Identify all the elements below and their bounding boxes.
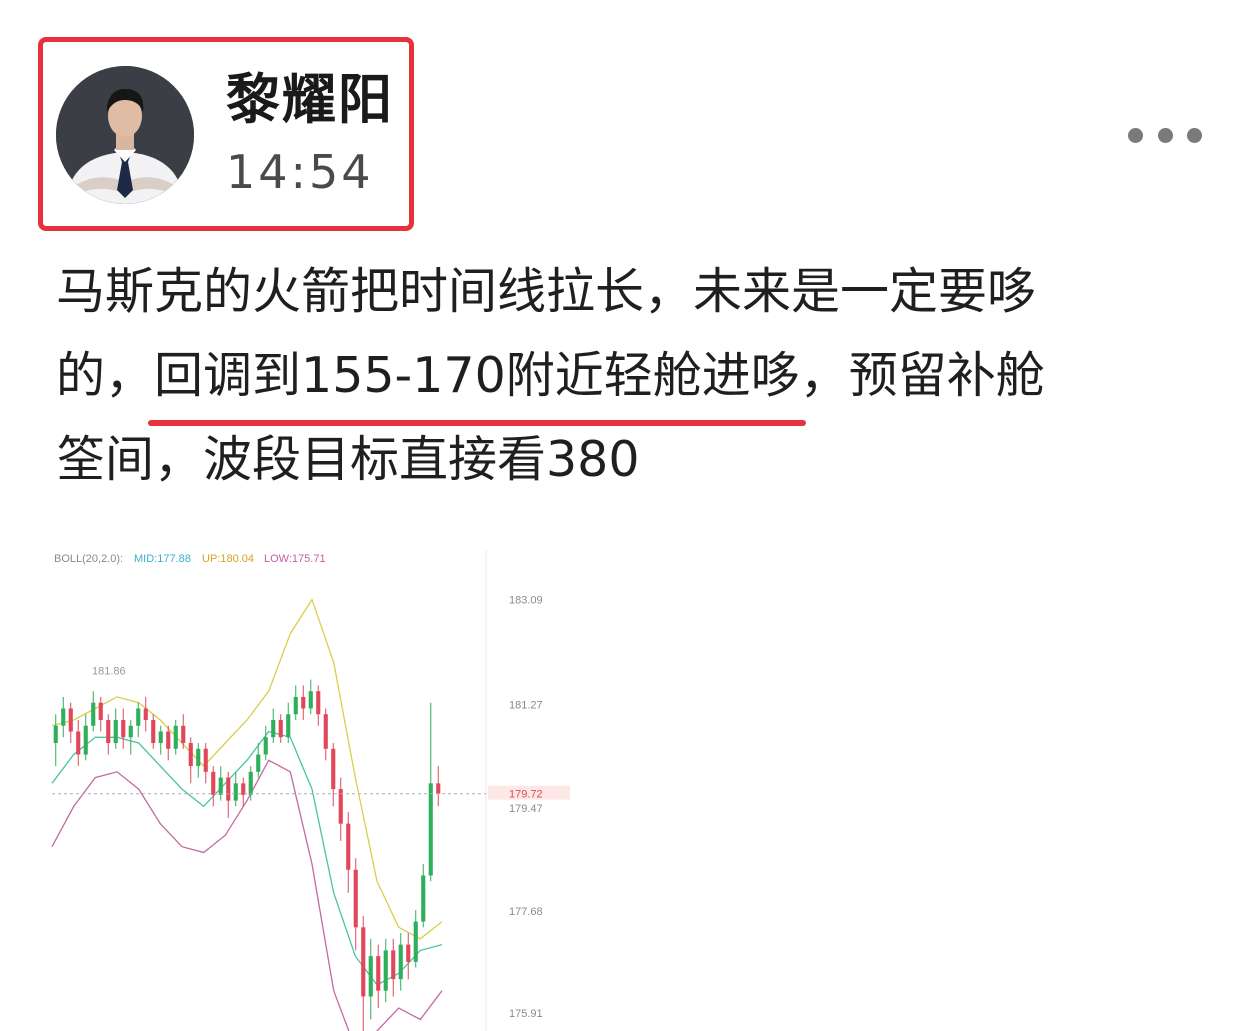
candle-body [203, 748, 208, 772]
candle-body [316, 691, 321, 715]
candle-body [353, 869, 358, 928]
post-text: 马斯克的火箭把时间线拉长，未来是一定要哆 的，回调到155-170附近轻舱进哆，… [56, 250, 1206, 502]
candle-body [376, 956, 381, 991]
current-price-label: 179.72 [509, 789, 543, 801]
candle-body [173, 725, 178, 749]
candle-body [286, 714, 291, 738]
candle-body [383, 950, 388, 991]
candle-body [196, 748, 201, 767]
candle-body [151, 719, 156, 744]
more-dot-icon [1128, 127, 1143, 143]
candle-body [301, 696, 306, 709]
post-line-2-suffix: ，预留补舱 [799, 347, 1045, 404]
indicator-low: LOW:175.71 [264, 553, 326, 565]
candle-body [91, 702, 96, 726]
more-dot-icon [1187, 127, 1202, 143]
stock-chart-image[interactable]: BOLL(20,2.0): MID:177.88 UP:180.04 LOW:1… [48, 540, 578, 1031]
avatar[interactable] [56, 66, 194, 204]
candle-body [263, 737, 268, 755]
candle-body [128, 725, 133, 738]
candle-body [166, 731, 171, 749]
price-tick-label: 183.09 [509, 595, 543, 607]
candle-body [346, 823, 351, 870]
high-marker-label: 181.86 [92, 665, 126, 677]
price-tick-label: 181.27 [509, 699, 543, 711]
stock-chart: BOLL(20,2.0): MID:177.88 UP:180.04 LOW:1… [48, 540, 578, 1031]
candle-body [106, 719, 111, 744]
candle-body [226, 777, 231, 801]
price-tick-label: 175.91 [509, 1008, 543, 1020]
candle-body [188, 743, 193, 767]
candle-body [136, 708, 141, 726]
candle-body [181, 725, 186, 744]
candle-body [218, 777, 223, 795]
candle-body [338, 789, 343, 824]
candle-body [331, 748, 336, 790]
candle-body [83, 725, 88, 755]
candle-body [61, 708, 66, 726]
post-line-2: 的，回调到155-170附近轻舱进哆，预留补舱 [56, 334, 1206, 426]
candle-body [143, 708, 148, 720]
highlighted-text: 回调到155-170附近轻舱进哆 [148, 334, 806, 426]
candle-body [121, 719, 126, 738]
indicator-mid: MID:177.88 [134, 553, 191, 565]
price-tick-label: 177.68 [509, 906, 543, 918]
candle-body [248, 771, 253, 795]
candle-body [361, 927, 366, 997]
candle-body [323, 714, 328, 749]
more-options-button[interactable] [1128, 118, 1202, 152]
candle-body [256, 754, 261, 772]
candle-body [308, 691, 313, 709]
post-line-2-prefix: 的， [56, 347, 155, 404]
candle-body [158, 731, 163, 744]
candle-body [398, 944, 403, 980]
candle-body [271, 719, 276, 738]
candle-body [436, 783, 441, 794]
candle-body [68, 708, 73, 732]
candle-body [76, 731, 81, 755]
candle-body [368, 956, 373, 997]
candle-body [391, 950, 396, 980]
candle-body [241, 783, 246, 795]
candle-body [428, 783, 433, 876]
price-tick-label: 179.47 [509, 803, 543, 815]
post-time: 14:54 [226, 145, 374, 199]
candle-body [53, 725, 58, 744]
candle-body [421, 875, 426, 922]
candle-body [233, 783, 238, 801]
post-line-1: 马斯克的火箭把时间线拉长，未来是一定要哆 [56, 263, 1037, 320]
post-line-3: 筌间，波段目标直接看380 [56, 431, 640, 488]
candle-body [406, 944, 411, 962]
candle-body [98, 702, 103, 720]
indicator-prefix: BOLL(20,2.0): [54, 553, 123, 565]
more-dot-icon [1157, 127, 1173, 143]
candle-body [113, 719, 118, 744]
candle-body [293, 696, 298, 715]
author-name[interactable]: 黎耀阳 [226, 68, 394, 132]
candle-body [278, 719, 283, 738]
candle-body [413, 921, 418, 962]
candle-body [211, 771, 216, 795]
indicator-up: UP:180.04 [202, 553, 254, 565]
person-avatar-icon [56, 66, 194, 204]
